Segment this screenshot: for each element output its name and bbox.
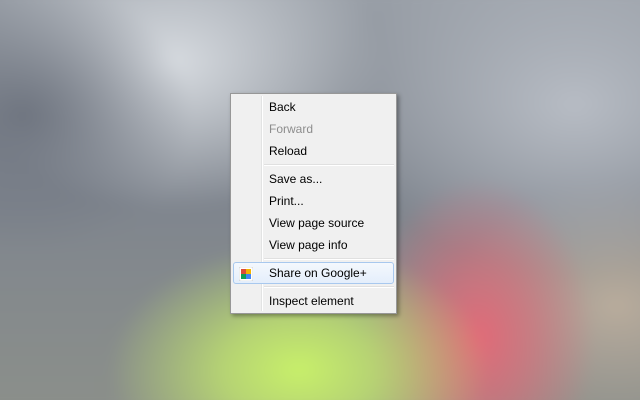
menu-item-inspect-element[interactable]: Inspect element bbox=[233, 290, 394, 312]
menu-item-label: Inspect element bbox=[269, 294, 354, 308]
menu-item-label: Print... bbox=[269, 194, 304, 208]
menu-item-label: Save as... bbox=[269, 172, 323, 186]
menu-item-print[interactable]: Print... bbox=[233, 190, 394, 212]
menu-separator bbox=[264, 258, 394, 260]
menu-item-view-page-info[interactable]: View page info bbox=[233, 234, 394, 256]
menu-item-share-on-google-plus[interactable]: Share on Google+ bbox=[233, 262, 394, 284]
menu-item-label: Reload bbox=[269, 144, 308, 158]
menu-item-reload[interactable]: Reload bbox=[233, 140, 394, 162]
menu-item-back[interactable]: Back bbox=[233, 96, 394, 118]
menu-separator bbox=[264, 164, 394, 166]
menu-item-label: Back bbox=[269, 100, 296, 114]
menu-item-save-as[interactable]: Save as... bbox=[233, 168, 394, 190]
menu-item-label: View page info bbox=[269, 238, 348, 252]
menu-item-label: Share on Google+ bbox=[269, 266, 367, 280]
menu-item-view-page-source[interactable]: View page source bbox=[233, 212, 394, 234]
menu-separator bbox=[264, 286, 394, 288]
google-plus-share-icon bbox=[238, 266, 254, 282]
menu-item-label: Forward bbox=[269, 122, 314, 136]
menu-item-forward: Forward bbox=[233, 118, 394, 140]
menu-item-label: View page source bbox=[269, 216, 365, 230]
context-menu: Back Forward Reload Save as... Print... … bbox=[230, 93, 397, 314]
